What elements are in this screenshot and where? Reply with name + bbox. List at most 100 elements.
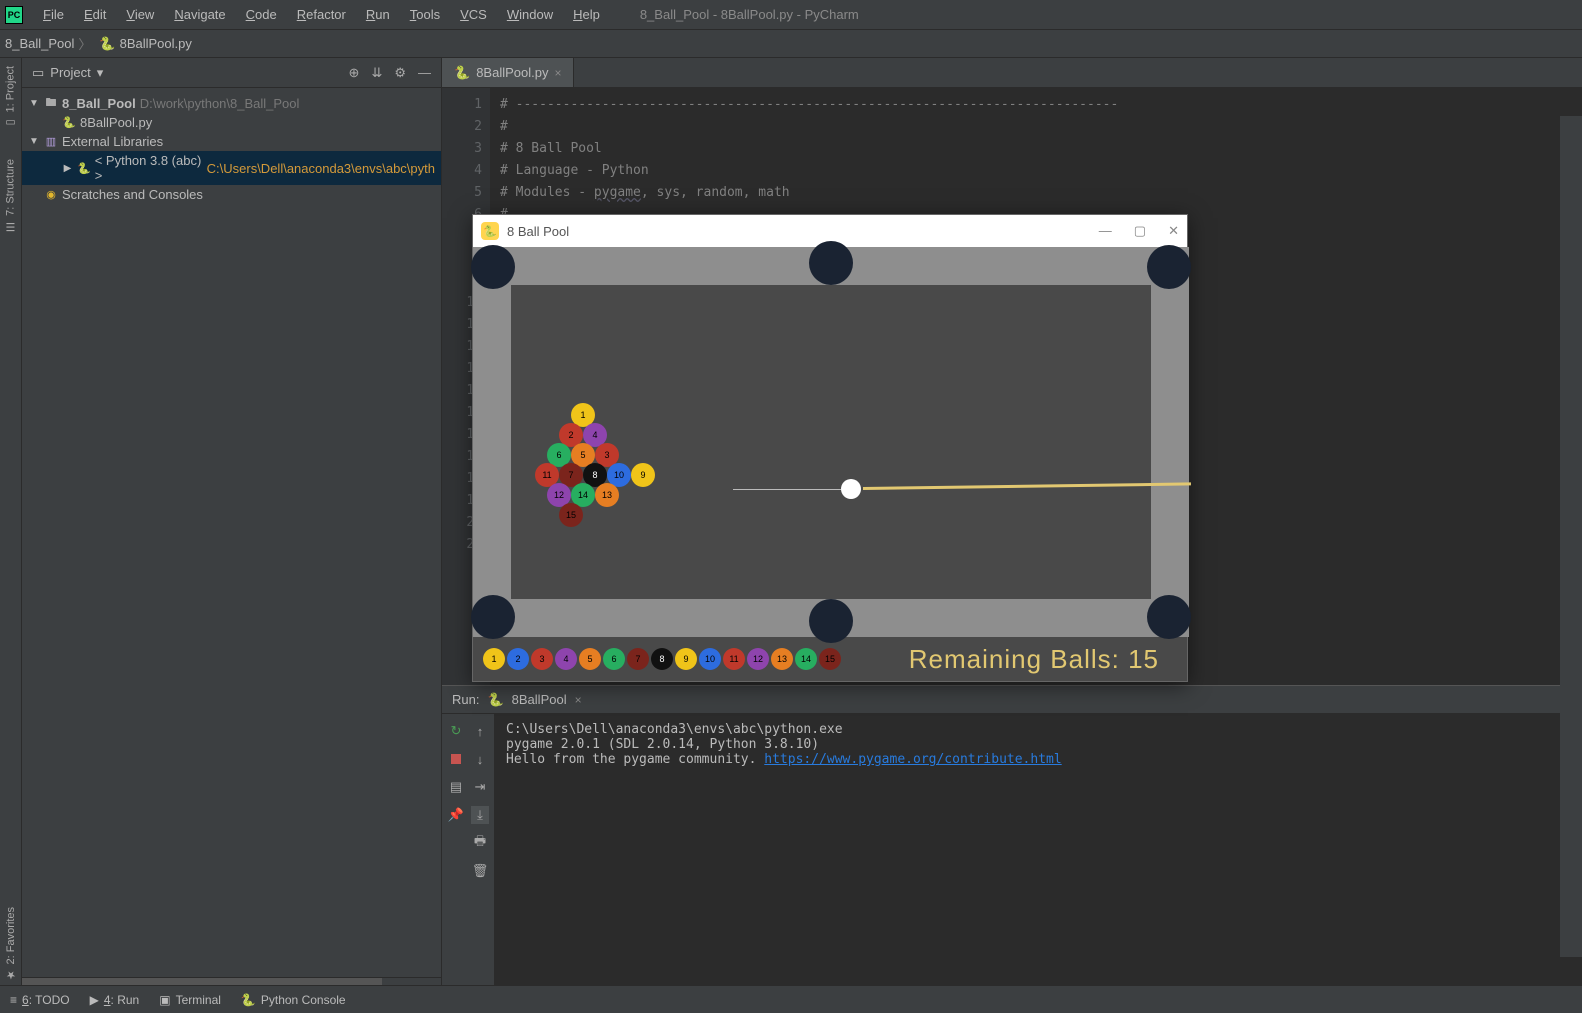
status-ball-15: 15 bbox=[819, 648, 841, 670]
dropdown-icon[interactable]: ▾ bbox=[97, 65, 104, 81]
status-ball-6: 6 bbox=[603, 648, 625, 670]
cue-ball[interactable] bbox=[841, 479, 861, 499]
tree-external-libs[interactable]: ▼ ▥ External Libraries bbox=[22, 132, 441, 151]
python-icon: 🐍 bbox=[241, 993, 256, 1007]
status-ball-11: 11 bbox=[723, 648, 745, 670]
run-tool-window: Run: 🐍 8BallPool × ↻ ▤ 📌 ↑ bbox=[442, 685, 1582, 985]
pygame-canvas[interactable]: 124653117810912141315 123456789101112131… bbox=[473, 247, 1187, 681]
pygame-icon: 🐍 bbox=[481, 222, 499, 240]
run-label: Run: bbox=[452, 692, 479, 707]
maximize-icon[interactable]: ▢ bbox=[1134, 223, 1146, 239]
menu-tools[interactable]: Tools bbox=[400, 7, 450, 22]
wrap-icon[interactable]: ⇥ bbox=[471, 778, 489, 796]
status-ball-5: 5 bbox=[579, 648, 601, 670]
tree-python-interpreter[interactable]: ▶ 🐍 < Python 3.8 (abc) > C:\Users\Dell\a… bbox=[22, 151, 441, 185]
close-icon[interactable]: × bbox=[575, 693, 582, 707]
terminal-icon: ▣ bbox=[159, 993, 170, 1007]
menu-refactor[interactable]: Refactor bbox=[287, 7, 356, 22]
tree-file[interactable]: 🐍 8BallPool.py bbox=[22, 113, 441, 132]
left-tool-strip: ▭ 1: Project ☰ 7: Structure bbox=[0, 58, 22, 985]
run-config-name[interactable]: 8BallPool bbox=[512, 692, 567, 707]
status-ball-10: 10 bbox=[699, 648, 721, 670]
status-ball-13: 13 bbox=[771, 648, 793, 670]
menu-run[interactable]: Run bbox=[356, 7, 400, 22]
menu-window[interactable]: Window bbox=[497, 7, 563, 22]
close-icon[interactable]: × bbox=[554, 66, 561, 80]
cue-stick[interactable] bbox=[863, 482, 1191, 490]
menu-help[interactable]: Help bbox=[563, 7, 610, 22]
hide-icon[interactable]: — bbox=[418, 65, 431, 81]
status-ball-3: 3 bbox=[531, 648, 553, 670]
pool-ball-13: 13 bbox=[595, 483, 619, 507]
menu-navigate[interactable]: Navigate bbox=[164, 7, 235, 22]
tree-scratches[interactable]: ◉ Scratches and Consoles bbox=[22, 185, 441, 204]
caret-right-icon[interactable]: ▶ bbox=[62, 163, 73, 174]
print-icon[interactable]: 🖶 bbox=[471, 834, 489, 852]
status-ball-7: 7 bbox=[627, 648, 649, 670]
structure-tool-button[interactable]: ☰ 7: Structure bbox=[4, 159, 17, 233]
status-ball-12: 12 bbox=[747, 648, 769, 670]
window-title: 8_Ball_Pool - 8BallPool.py - PyCharm bbox=[640, 7, 859, 22]
remaining-balls-label: Remaining Balls: 15 bbox=[909, 644, 1177, 675]
status-ball-14: 14 bbox=[795, 648, 817, 670]
pygame-link[interactable]: https://www.pygame.org/contribute.html bbox=[764, 752, 1061, 767]
python-file-icon: 🐍 bbox=[454, 65, 470, 81]
editor-tab[interactable]: 🐍 8BallPool.py × bbox=[442, 58, 574, 87]
up-icon[interactable]: ↑ bbox=[471, 722, 489, 740]
run-header: Run: 🐍 8BallPool × bbox=[442, 686, 1582, 714]
project-panel: ▭ Project ▾ ⊕ ⇊ ⚙ — ▼ 🖿 8_Ball_Pool D:\w… bbox=[22, 58, 442, 985]
trash-icon[interactable]: 🗑 bbox=[471, 862, 489, 880]
todo-button[interactable]: ≡ 6: TODO bbox=[10, 993, 70, 1007]
menu-file[interactable]: File bbox=[33, 7, 74, 22]
breadcrumb-bar: 8_Ball_Pool 〉 🐍 8BallPool.py bbox=[0, 30, 1582, 58]
project-panel-header: ▭ Project ▾ ⊕ ⇊ ⚙ — bbox=[22, 58, 441, 88]
menu-vcs[interactable]: VCS bbox=[450, 7, 497, 22]
project-tool-button[interactable]: ▭ 1: Project bbox=[4, 66, 17, 129]
scratches-icon: ◉ bbox=[44, 188, 58, 202]
aim-line bbox=[733, 489, 841, 490]
caret-down-icon[interactable]: ▼ bbox=[28, 136, 40, 147]
project-scrollbar[interactable] bbox=[22, 977, 441, 985]
rerun-icon[interactable]: ↻ bbox=[447, 722, 465, 740]
project-panel-title[interactable]: Project bbox=[50, 65, 90, 80]
pool-felt[interactable]: 124653117810912141315 bbox=[511, 285, 1151, 599]
menu-code[interactable]: Code bbox=[236, 7, 287, 22]
gear-icon[interactable]: ⚙ bbox=[394, 65, 406, 81]
status-bar: ≡ 6: TODO ▶ 4: Run ▣ Terminal 🐍 Python C… bbox=[0, 985, 1582, 1013]
pool-table: 124653117810912141315 bbox=[473, 247, 1189, 637]
breadcrumb-file[interactable]: 🐍 8BallPool.py bbox=[99, 36, 191, 52]
stop-button[interactable] bbox=[447, 750, 465, 768]
minimize-icon[interactable]: — bbox=[1099, 223, 1112, 239]
library-icon: ▥ bbox=[44, 135, 58, 149]
pin-icon[interactable]: 📌 bbox=[447, 806, 465, 824]
tree-root[interactable]: ▼ 🖿 8_Ball_Pool D:\work\python\8_Ball_Po… bbox=[22, 94, 441, 113]
python-console-button[interactable]: 🐍 Python Console bbox=[241, 993, 346, 1007]
run-button[interactable]: ▶ 4: Run bbox=[90, 993, 140, 1007]
down-icon[interactable]: ↓ bbox=[471, 750, 489, 768]
pygame-window: 🐍 8 Ball Pool — ▢ ✕ 12465311781091214131… bbox=[472, 214, 1188, 682]
project-icon: ▭ bbox=[4, 116, 17, 129]
scroll-icon[interactable]: ⤓ bbox=[471, 806, 489, 824]
right-tool-strip bbox=[1560, 116, 1582, 957]
menu-bar: PC FileEditViewNavigateCodeRefactorRunTo… bbox=[0, 0, 1582, 30]
layout-icon[interactable]: ▤ bbox=[447, 778, 465, 796]
collapse-icon[interactable]: ⇊ bbox=[371, 65, 382, 81]
menu-edit[interactable]: Edit bbox=[74, 7, 116, 22]
list-icon: ≡ bbox=[10, 993, 17, 1007]
menu-view[interactable]: View bbox=[116, 7, 164, 22]
status-ball-9: 9 bbox=[675, 648, 697, 670]
terminal-button[interactable]: ▣ Terminal bbox=[159, 993, 221, 1007]
target-icon[interactable]: ⊕ bbox=[349, 65, 360, 81]
favorites-tool-button[interactable]: ★ 2: Favorites bbox=[0, 907, 22, 981]
breadcrumb-root[interactable]: 8_Ball_Pool 〉 bbox=[5, 34, 91, 53]
python-icon: 🐍 bbox=[77, 161, 91, 175]
close-icon[interactable]: ✕ bbox=[1168, 223, 1179, 239]
run-toolbar: ↻ ▤ 📌 ↑ ↓ ⇥ ⤓ 🖶 🗑 bbox=[442, 714, 494, 985]
console-output[interactable]: C:\Users\Dell\anaconda3\envs\abc\python.… bbox=[494, 714, 1582, 985]
pool-ball-9: 9 bbox=[631, 463, 655, 487]
structure-icon: ☰ bbox=[4, 220, 17, 233]
caret-down-icon[interactable]: ▼ bbox=[28, 98, 40, 109]
editor-tabs: 🐍 8BallPool.py × bbox=[442, 58, 1582, 88]
python-file-icon: 🐍 bbox=[62, 116, 76, 130]
project-view-icon: ▭ bbox=[32, 65, 44, 81]
